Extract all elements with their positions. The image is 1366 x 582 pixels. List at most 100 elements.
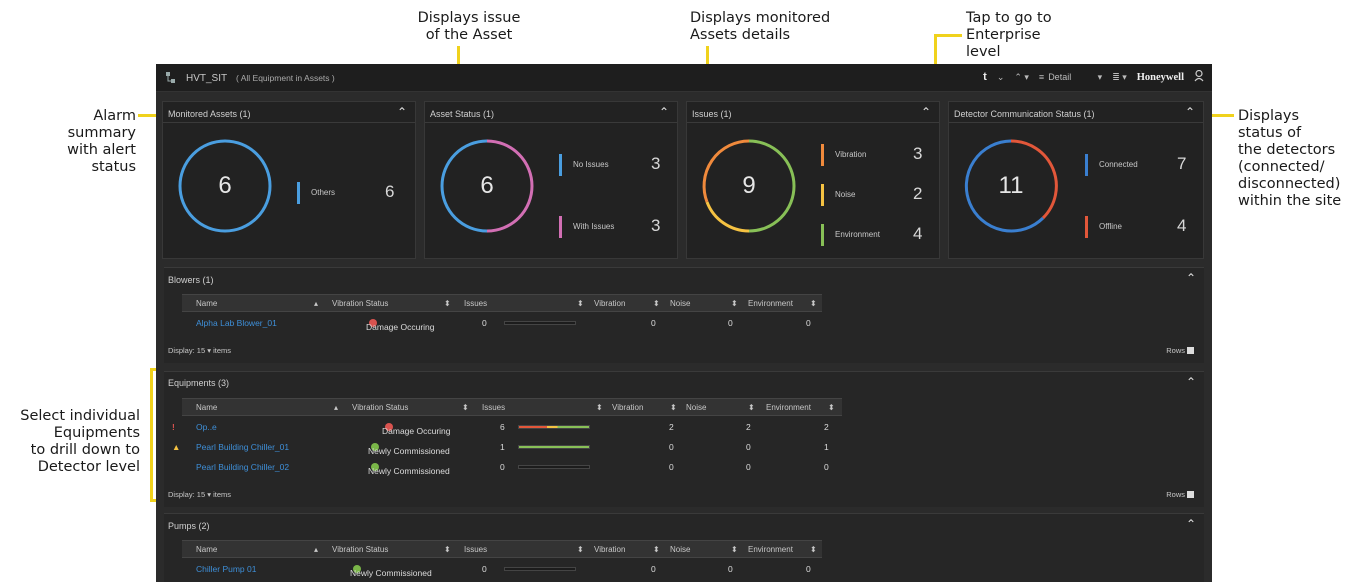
col-environment[interactable]: Environment xyxy=(766,403,811,412)
view-select[interactable]: ≡ Detail ▾ xyxy=(1039,72,1102,83)
collapse-icon[interactable]: ⌃ xyxy=(921,105,931,119)
chevron-up-icon[interactable]: ⌃ ▾ xyxy=(1014,72,1029,83)
card-monitored-assets: Monitored Assets (1) ⌃ 6 Others 6 xyxy=(162,101,416,259)
table-row[interactable]: ! Op..e Damage Occuring 6 2 2 2 xyxy=(172,418,1204,436)
card-title: Detector Communication Status (1) xyxy=(954,109,1095,119)
col-vibration[interactable]: Vibration xyxy=(612,403,643,412)
issue-bar xyxy=(504,567,576,571)
sort-icon[interactable]: ⬍ xyxy=(653,299,660,308)
section-title: Blowers (1) xyxy=(168,275,214,285)
display-count[interactable]: Display: 15 ▾ items xyxy=(168,490,231,499)
table-row[interactable]: Chiller Pump 01 Newly Commissioned 0 0 0… xyxy=(182,560,1204,578)
table-row[interactable]: ▲ Pearl Building Chiller_01 Newly Commis… xyxy=(172,438,1204,456)
site-subtitle: ( All Equipment in Assets ) xyxy=(236,73,335,83)
col-issues[interactable]: Issues xyxy=(482,403,505,412)
enterprise-level-button[interactable]: t xyxy=(983,71,987,83)
sort-icon[interactable]: ⬍ xyxy=(748,403,755,412)
sort-icon[interactable]: ⬍ xyxy=(810,299,817,308)
sort-icon[interactable]: ⬍ xyxy=(731,299,738,308)
rows-button[interactable]: Rows xyxy=(1166,490,1194,499)
donut-chart: 6 xyxy=(177,138,273,234)
col-issues[interactable]: Issues xyxy=(464,299,487,308)
collapse-icon[interactable]: ⌃ xyxy=(1185,105,1195,119)
caret-down-icon: ▾ xyxy=(1097,71,1103,82)
issue-bar xyxy=(518,445,590,449)
col-issues[interactable]: Issues xyxy=(464,545,487,554)
sort-icon[interactable]: ⬍ xyxy=(577,299,584,308)
sort-icon[interactable]: ⬍ xyxy=(596,403,603,412)
sort-icon[interactable]: ⬍ xyxy=(462,403,469,412)
sort-icon[interactable]: ⬍ xyxy=(653,545,660,554)
col-vibration-status[interactable]: Vibration Status xyxy=(352,403,408,412)
card-issues: Issues (1) ⌃ 9 Vibration 3 Noise 2 Enviro… xyxy=(686,101,940,259)
rows-icon xyxy=(1187,347,1194,354)
legend-noise: Noise 2 xyxy=(821,184,931,206)
col-name[interactable]: Name xyxy=(196,403,217,412)
annotation-equipments: Select individual Equipments to drill do… xyxy=(20,408,140,475)
card-detector-status: Detector Communication Status (1) ⌃ 11 Co… xyxy=(948,101,1204,259)
card-title: Asset Status (1) xyxy=(430,109,495,119)
section-title: Pumps (2) xyxy=(168,521,210,531)
sort-icon[interactable]: ⬍ xyxy=(444,299,451,308)
table-row[interactable]: Pearl Building Chiller_02 Newly Commissi… xyxy=(182,458,1204,476)
sort-icon[interactable]: ⬍ xyxy=(670,403,677,412)
sort-icon[interactable]: ⬍ xyxy=(810,545,817,554)
legend-with-issues: With Issues 3 xyxy=(559,216,669,238)
collapse-icon[interactable]: ⌃ xyxy=(1186,375,1196,389)
sort-icon[interactable]: ⬍ xyxy=(444,545,451,554)
sort-icon[interactable]: ▴ xyxy=(314,299,318,308)
col-noise[interactable]: Noise xyxy=(686,403,706,412)
collapse-icon[interactable]: ⌃ xyxy=(397,105,407,119)
menu-icon[interactable]: ≣ ▾ xyxy=(1112,72,1127,83)
rows-icon xyxy=(1187,491,1194,498)
display-count[interactable]: Display: 15 ▾ items xyxy=(168,346,231,355)
top-bar: HVT_SIT ( All Equipment in Assets ) t ⌄ … xyxy=(156,64,1212,92)
table-header: Name ▴ Vibration Status ⬍ Issues ⬍ Vibra… xyxy=(182,294,822,312)
col-vibration[interactable]: Vibration xyxy=(594,545,625,554)
user-icon[interactable] xyxy=(1194,69,1204,84)
rows-button[interactable]: Rows xyxy=(1166,346,1194,355)
sort-icon[interactable]: ▴ xyxy=(334,403,338,412)
collapse-icon[interactable]: ⌃ xyxy=(659,105,669,119)
collapse-icon[interactable]: ⌃ xyxy=(1186,517,1196,531)
callout-line xyxy=(934,34,962,37)
sort-icon[interactable]: ⬍ xyxy=(731,545,738,554)
section-title: Equipments (3) xyxy=(168,378,230,388)
hierarchy-icon[interactable] xyxy=(166,72,176,84)
caret-down-icon: ▾ xyxy=(207,346,211,355)
col-vibration-status[interactable]: Vibration Status xyxy=(332,299,388,308)
sort-icon[interactable]: ⬍ xyxy=(577,545,584,554)
issue-bar-fill xyxy=(519,446,589,448)
annotation-detectors: Displays status of the detectors (connec… xyxy=(1238,108,1342,209)
callout-bracket xyxy=(150,368,153,502)
col-name[interactable]: Name xyxy=(196,545,217,554)
col-noise[interactable]: Noise xyxy=(670,545,690,554)
col-name[interactable]: Name xyxy=(196,299,217,308)
legend-connected: Connected 7 xyxy=(1085,154,1195,176)
sort-icon[interactable]: ⬍ xyxy=(828,403,835,412)
card-asset-status: Asset Status (1) ⌃ 6 No Issues 3 With Iss… xyxy=(424,101,678,259)
list-icon: ≡ xyxy=(1038,72,1045,82)
issue-bar xyxy=(518,425,590,429)
section-equipments: Equipments (3) ⌃ Name ▴ Vibration Status … xyxy=(164,371,1204,507)
col-environment[interactable]: Environment xyxy=(748,545,793,554)
chevron-down-icon[interactable]: ⌄ xyxy=(997,72,1005,83)
col-environment[interactable]: Environment xyxy=(748,299,793,308)
legend-environment: Environment 4 xyxy=(821,224,931,246)
table-row[interactable]: Alpha Lab Blower_01 Damage Occuring 0 0 … xyxy=(182,314,1204,332)
section-blowers: Blowers (1) ⌃ Name ▴ Vibration Status ⬍ I… xyxy=(164,267,1204,363)
issue-bar xyxy=(518,465,590,469)
annotation-monitored: Displays monitored Assets details xyxy=(690,10,831,43)
annotation-asset-issue: Displays issue of the Asset xyxy=(417,10,521,43)
caret-down-icon: ▾ xyxy=(207,490,211,499)
section-pumps: Pumps (2) ⌃ Name ▴ Vibration Status ⬍ Iss… xyxy=(164,513,1204,582)
col-vibration-status[interactable]: Vibration Status xyxy=(332,545,388,554)
col-vibration[interactable]: Vibration xyxy=(594,299,625,308)
sort-icon[interactable]: ▴ xyxy=(314,545,318,554)
card-title: Issues (1) xyxy=(692,109,732,119)
critical-alert-icon: ! xyxy=(172,422,175,432)
col-noise[interactable]: Noise xyxy=(670,299,690,308)
app-window: HVT_SIT ( All Equipment in Assets ) t ⌄ … xyxy=(156,64,1212,582)
collapse-icon[interactable]: ⌃ xyxy=(1186,271,1196,285)
honeywell-logo: Honeywell xyxy=(1136,71,1184,83)
